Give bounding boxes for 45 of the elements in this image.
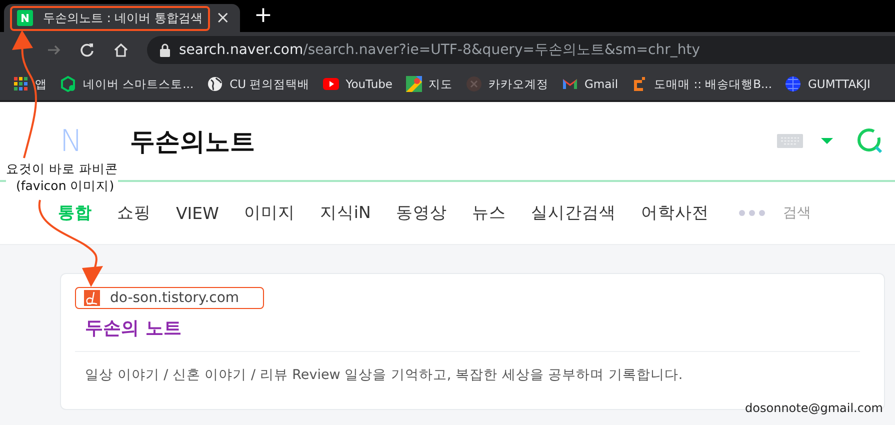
bookmark-item[interactable]: CU 편의점택배 — [206, 76, 310, 92]
bookmark-item[interactable]: 지도 — [406, 76, 452, 92]
reload-icon — [79, 42, 95, 58]
bookmark-item[interactable]: 도매매 :: 배송대행B... — [631, 76, 772, 92]
search-query[interactable]: 두손의노트 — [130, 124, 255, 158]
keyboard-icon — [777, 134, 803, 148]
nav-tab[interactable]: 뉴스 — [472, 202, 506, 224]
bookmark-item[interactable]: 네이버 스마트스토... — [60, 76, 194, 92]
mail-icon — [562, 76, 578, 92]
nav-tab[interactable]: 쇼핑 — [117, 202, 151, 224]
address-bar[interactable]: search.naver.com/search.naver?ie=UTF-8&query=두손의노트&sm=chr_hty — [147, 36, 895, 64]
bookmark-item[interactable]: 카카오계정 — [466, 76, 548, 92]
nav-tab[interactable]: VIEW — [176, 204, 219, 222]
nav-tab[interactable]: 동영상 — [396, 202, 447, 224]
tab-title: 두손의노트 : 네이버 통합검색 — [43, 10, 202, 26]
url-text: search.naver.com/search.naver?ie=UTF-8&query=두손의노트&sm=chr_hty — [179, 41, 700, 59]
result-description: 일상 이야기 / 신혼 이야기 / 리뷰 Review 일상을 기억하고, 복잡한 세상을 공부하며 기록합니다. — [84, 366, 684, 384]
bookmark-item[interactable]: GUMTTAKJI — [784, 76, 870, 92]
browser-tab[interactable]: 두손의노트 : 네이버 통합검색 × — [4, 4, 240, 32]
more-dots-icon — [738, 209, 766, 217]
nav-tab[interactable]: 실시간검색 — [530, 202, 616, 224]
map-icon — [406, 76, 422, 92]
nav-tab[interactable]: 지식iN — [320, 202, 371, 224]
globe-icon — [206, 76, 223, 92]
result-title[interactable]: 두손의 노트 — [75, 310, 860, 352]
globe-icon — [784, 76, 801, 92]
bookmark-item[interactable]: 앱 — [14, 76, 47, 92]
dropdown-caret-icon — [821, 138, 833, 144]
video-play-icon — [322, 76, 339, 92]
new-tab-button[interactable]: + — [254, 5, 272, 27]
close-button[interactable]: × — [216, 8, 230, 28]
nav-tab[interactable]: 이미지 — [244, 202, 295, 224]
site-url[interactable]: do-son.tistory.com — [110, 290, 240, 306]
lock-icon — [159, 43, 171, 57]
tab-favicon-icon — [17, 10, 33, 26]
search-icon — [857, 128, 883, 154]
nav-tab[interactable]: 어학사전 — [640, 202, 709, 224]
home-icon — [113, 42, 129, 58]
signature-text: dosonnote@gmail.com — [745, 401, 883, 415]
apps-grid-icon — [14, 77, 28, 91]
bookmark-item[interactable]: Gmail — [562, 76, 618, 92]
bookmark-item[interactable]: YouTube — [322, 76, 392, 92]
circle-icon — [466, 76, 482, 92]
store-icon — [60, 76, 76, 92]
blog-favicon-icon — [84, 290, 100, 306]
